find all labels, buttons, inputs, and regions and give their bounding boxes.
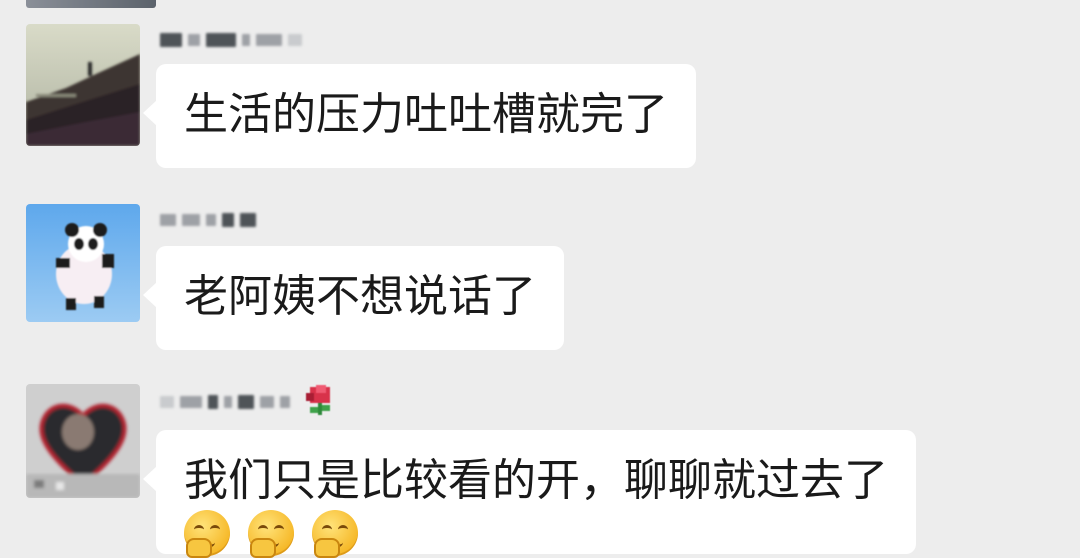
sender-name-obscured: [160, 28, 302, 52]
avatar[interactable]: [26, 384, 140, 498]
message-bubble[interactable]: 我们只是比较看的开，聊聊就过去了: [143, 430, 916, 558]
sender-name-obscured: [160, 385, 340, 415]
avatar[interactable]: [26, 204, 140, 322]
emoji-row: [184, 510, 888, 558]
avatar-landscape-image: [26, 24, 140, 146]
message-text: 老阿姨不想说话了: [184, 271, 536, 322]
message-bubble[interactable]: 老阿姨不想说话了: [143, 246, 564, 350]
message-text: 我们只是比较看的开，聊聊就过去了: [184, 455, 888, 506]
avatar[interactable]: [26, 24, 140, 146]
rose-icon: [296, 385, 340, 419]
message-bubble[interactable]: 生活的压力吐吐槽就完了: [143, 64, 696, 168]
embarrassed-smile-icon: [248, 510, 294, 558]
message-text: 生活的压力吐吐槽就完了: [184, 89, 668, 140]
avatar-panda-image: [26, 204, 140, 322]
avatar-portrait-image: [26, 384, 140, 498]
sender-name-obscured: [160, 208, 256, 232]
embarrassed-smile-icon: [312, 510, 358, 558]
previous-message-fragment: [26, 0, 156, 8]
embarrassed-smile-icon: [184, 510, 230, 558]
